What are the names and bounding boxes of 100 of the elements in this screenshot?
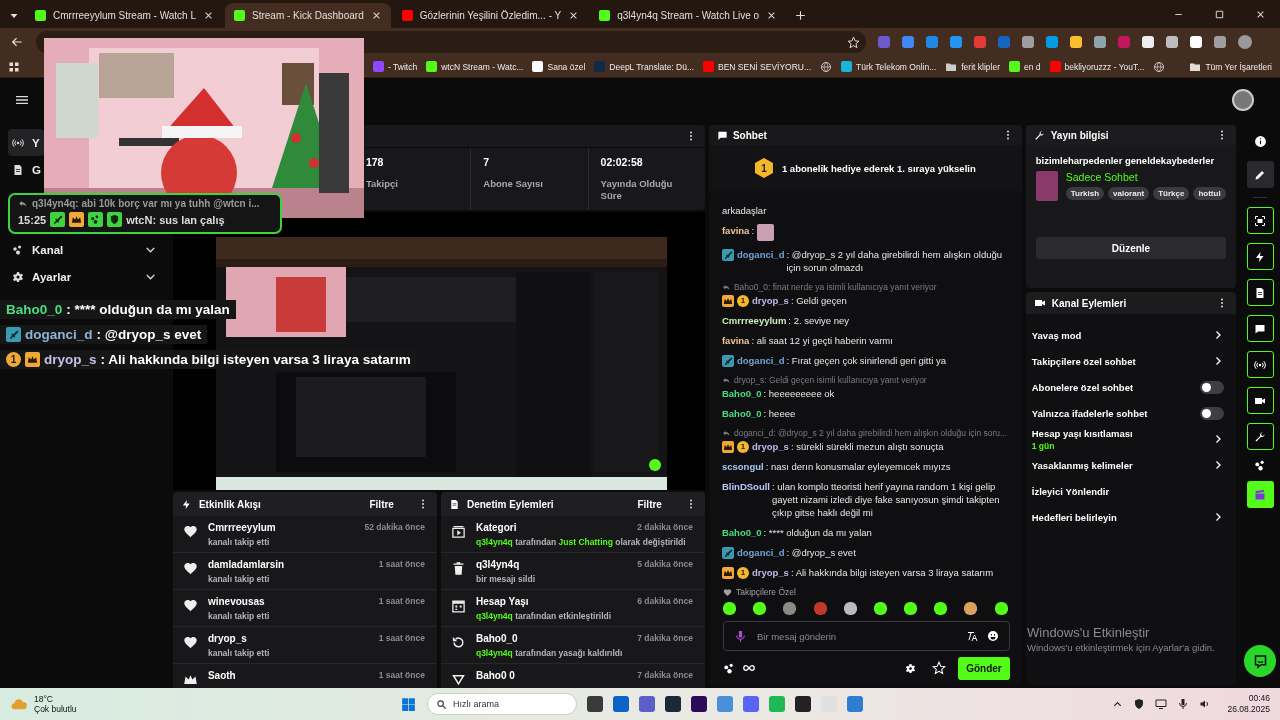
cluster-icon[interactable] — [1253, 459, 1267, 472]
chat-button[interactable] — [1246, 315, 1274, 342]
translate-icon[interactable] — [966, 630, 979, 642]
extension-icon[interactable] — [1142, 36, 1154, 48]
message-box[interactable]: Bir mesaj gönderin — [722, 621, 1010, 651]
monitor-icon[interactable] — [1155, 698, 1168, 710]
shield-icon[interactable] — [1133, 698, 1146, 710]
clock-date[interactable]: 26.08.2025 — [1227, 704, 1270, 715]
chat-username[interactable]: doganci_d — [736, 248, 785, 261]
chat-username[interactable]: BlinDSoull — [721, 480, 770, 493]
bookmark[interactable]: DeepL Translate: Dü... — [594, 61, 695, 72]
extension-icon[interactable] — [1094, 36, 1106, 48]
emote-icon[interactable] — [964, 602, 978, 615]
chat-username[interactable]: Baho0_0 — [721, 526, 762, 539]
clapperboard-button[interactable] — [1246, 481, 1274, 508]
browser-tab[interactable]: Stream - Kick Dashboard — [225, 3, 391, 28]
new-tab-icon[interactable] — [794, 9, 808, 22]
bookmark[interactable]: Tüm Yer İşaretleri — [1189, 60, 1272, 73]
sidebar-item[interactable]: Y — [8, 129, 44, 156]
extension-icon[interactable] — [1046, 36, 1058, 48]
document-button[interactable] — [1246, 279, 1274, 306]
help-button[interactable] — [1244, 645, 1277, 677]
bookmark[interactable]: Sana özel — [532, 61, 586, 72]
message-field[interactable]: Bir mesaj gönderin — [754, 629, 959, 643]
tag[interactable]: Türkçe — [1153, 187, 1190, 200]
chat-username[interactable]: dryop_s — [751, 440, 789, 453]
sidebar-item[interactable]: Ayarlar — [8, 263, 161, 290]
extension-icon[interactable] — [1190, 36, 1202, 48]
chat-username[interactable]: doganci_d — [736, 354, 785, 367]
emote-icon[interactable] — [994, 602, 1008, 615]
bookmark[interactable]: wtcN Stream - Watc... — [426, 61, 524, 72]
send-button[interactable]: Gönder — [958, 656, 1010, 680]
sidebar-item[interactable]: G — [8, 156, 45, 183]
toggle-switch[interactable] — [1200, 406, 1225, 420]
close-icon[interactable] — [203, 10, 214, 21]
menu-item[interactable]: Yasaklanmış kelimeler — [1025, 452, 1237, 478]
maximize-icon[interactable] — [1214, 9, 1225, 20]
close-icon[interactable] — [1255, 9, 1266, 20]
tag[interactable]: hottul — [1193, 187, 1226, 200]
chat-username[interactable]: dryop_s — [751, 294, 789, 307]
sidebar-item[interactable]: Kanal — [8, 236, 161, 263]
menu-item[interactable]: Hedefleri belirleyin — [1025, 504, 1237, 530]
wrench-button[interactable] — [1246, 423, 1274, 450]
toggle-switch[interactable] — [1200, 380, 1225, 394]
emote-icon[interactable] — [722, 602, 736, 615]
bookmark[interactable]: bekliyoruzzz - YouT... — [1049, 61, 1145, 72]
app-icon[interactable] — [795, 696, 811, 712]
star-icon[interactable] — [847, 35, 860, 49]
emote-icon[interactable] — [753, 602, 767, 615]
extension-icon[interactable] — [1070, 36, 1082, 48]
bookmark[interactable]: Türk Telekom Onlin... — [841, 61, 937, 72]
chat-username[interactable]: favina — [721, 224, 750, 237]
edit-button[interactable]: Düzenle — [1035, 237, 1227, 259]
mic-icon[interactable] — [1177, 698, 1190, 710]
emote-icon[interactable] — [783, 602, 797, 615]
bookmark[interactable]: ferit klipler — [945, 60, 1000, 73]
bookmark[interactable]: BEN SENİ SEVİYORU... — [703, 61, 812, 72]
profile-avatar[interactable] — [1232, 89, 1254, 111]
menu-item[interactable]: Yavaş mod — [1025, 322, 1237, 348]
capture-button[interactable] — [1246, 207, 1274, 234]
chat-username[interactable]: Baho0_0 — [721, 407, 762, 420]
tag[interactable]: Turkish — [1065, 187, 1105, 200]
extension-icon[interactable] — [1214, 36, 1226, 48]
category-name[interactable]: Sadece Sohbet — [1065, 171, 1226, 183]
browser-tab[interactable]: q3l4yn4q Stream - Watch Live o — [590, 3, 787, 28]
bookmark[interactable]: en d — [1009, 61, 1041, 72]
settings-icon[interactable] — [905, 662, 917, 674]
broadcast-button[interactable] — [1246, 351, 1274, 378]
chat-username[interactable]: favina — [721, 334, 750, 347]
clock-time[interactable]: 00:46 — [1248, 693, 1270, 704]
extension-icon[interactable] — [1166, 36, 1178, 48]
filter-button[interactable]: Filtre — [363, 497, 400, 511]
tag[interactable]: valorant — [1108, 187, 1150, 200]
edit-button[interactable] — [1246, 161, 1274, 188]
chat-username[interactable]: Baho0_0 — [721, 387, 762, 400]
cluster-icon[interactable] — [722, 661, 736, 675]
emote-icon[interactable] — [934, 602, 948, 615]
emote-icon[interactable] — [843, 602, 857, 615]
chat-username[interactable]: scsongul — [721, 460, 764, 473]
globe-icon[interactable] — [1153, 60, 1166, 73]
globe-icon[interactable] — [820, 60, 833, 73]
filter-button[interactable]: Filtre — [631, 497, 668, 511]
app-icon[interactable] — [587, 696, 603, 712]
bolt-button[interactable] — [1246, 243, 1274, 270]
action-label[interactable]: İzleyici Yönlendir — [1031, 485, 1225, 497]
smile-icon[interactable] — [986, 630, 999, 642]
app-icon[interactable] — [665, 696, 681, 712]
apps-icon[interactable] — [8, 60, 20, 73]
chat-username[interactable]: dryop_s — [751, 566, 789, 579]
camera-button[interactable] — [1246, 387, 1274, 414]
menu-item[interactable]: Takipçilere özel sohbet — [1025, 348, 1237, 374]
emote-icon[interactable] — [904, 602, 918, 615]
menu-item[interactable]: Hesap yaşı kısıtlaması 1 gün — [1025, 426, 1237, 452]
app-icon[interactable] — [691, 696, 707, 712]
back-icon[interactable] — [10, 35, 24, 49]
start-icon[interactable] — [400, 695, 417, 713]
emote-icon[interactable] — [873, 602, 887, 615]
search-field[interactable]: Hızlı arama — [427, 693, 577, 715]
browser-tab[interactable]: Gözlerinin Yeşilini Özledim... - Y — [392, 3, 589, 28]
browser-tab[interactable]: Cmrrreeyylum Stream - Watch L — [26, 3, 223, 28]
